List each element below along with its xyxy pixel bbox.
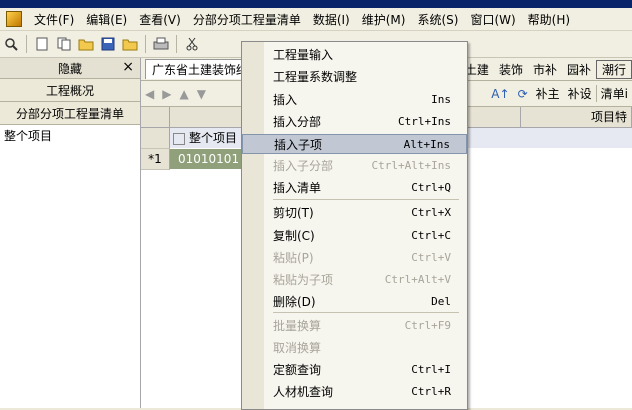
menu-item-label: 插入子项	[274, 138, 323, 152]
menu-separator	[273, 199, 459, 200]
menu-system[interactable]: 系统(S)	[411, 11, 464, 28]
menu-item-quantity-input[interactable]: 工程量输入	[242, 45, 467, 65]
column-feature-header[interactable]: 项目特	[521, 107, 632, 127]
menu-item-shortcut: Alt+Ins	[403, 138, 450, 151]
category-chao[interactable]: 潮行	[595, 59, 632, 79]
menu-item-label: 插入子分部	[273, 159, 334, 173]
menu-maintain[interactable]: 维护(M)	[356, 11, 412, 28]
category-garden[interactable]: 园补	[562, 61, 596, 78]
menu-item-shortcut: Ctrl+F9	[404, 319, 451, 332]
down-icon[interactable]: ▼	[193, 87, 210, 101]
hide-label[interactable]: 隐藏	[58, 60, 82, 77]
tab-document[interactable]: 广东省土建装饰结	[145, 59, 256, 79]
menu-item-shortcut: Ins	[431, 93, 451, 106]
menu-item-label: 粘贴为子项	[273, 273, 334, 287]
menu-item-shortcut: Ctrl+C	[411, 229, 451, 242]
folder-icon[interactable]	[121, 35, 139, 53]
menu-item-label: 取消换算	[273, 341, 322, 355]
menu-item-quantity-coef-adjust[interactable]: 工程量系数调整	[242, 67, 467, 87]
expand-icon[interactable]	[173, 133, 185, 145]
cut-icon[interactable]	[183, 35, 201, 53]
menu-item-cut[interactable]: 剪切(T) Ctrl+X	[242, 203, 467, 223]
menu-item-label: 工程量输入	[273, 48, 334, 62]
menu-item-shortcut: Ctrl+V	[411, 251, 451, 264]
menu-item-shortcut: Ctrl+Alt+V	[384, 273, 451, 286]
refresh-icon[interactable]: ⟳	[514, 87, 532, 101]
menu-item-shortcut: Ctrl+X	[411, 206, 451, 219]
menu-item-cancel-convert: 取消换算	[242, 338, 467, 358]
menu-item-batch-convert: 批量换算 Ctrl+F9	[242, 316, 467, 336]
menu-item-insert-subitem[interactable]: 插入子项 Alt+Ins	[242, 134, 467, 154]
menu-bar: 文件(F) 编辑(E) 查看(V) 分部分项工程量清单 数据(I) 维护(M) …	[0, 8, 632, 31]
menu-item-label: 粘贴(P)	[273, 251, 314, 265]
tab-bill-of-quantities[interactable]: 分部分项工程量清单	[0, 102, 140, 125]
open-folder-icon[interactable]	[77, 35, 95, 53]
menu-item-delete[interactable]: 删除(D) Del	[242, 292, 467, 312]
row-number-header	[141, 107, 170, 127]
menu-item-copy[interactable]: 复制(C) Ctrl+C	[242, 226, 467, 246]
menu-item-shortcut: Ctrl+I	[411, 363, 451, 376]
menu-item-shortcut: Ctrl+Ins	[398, 115, 451, 128]
menu-item-paste-as-subitem: 粘贴为子项 Ctrl+Alt+V	[242, 270, 467, 290]
menu-item-label: 定额查询	[273, 363, 322, 377]
menu-view[interactable]: 查看(V)	[133, 11, 187, 28]
menu-item-shortcut: Ctrl+Alt+Ins	[371, 159, 451, 172]
row-number: *1	[141, 149, 170, 170]
menu-item-shortcut: Ctrl+R	[411, 385, 451, 398]
toolbar-divider	[145, 35, 146, 53]
menu-bill[interactable]: 分部分项工程量清单	[187, 11, 307, 28]
category-decoration[interactable]: 装饰	[494, 61, 528, 78]
menu-item-label: 人材机查询	[273, 385, 334, 399]
menu-edit[interactable]: 编辑(E)	[80, 11, 133, 28]
new-icon[interactable]	[33, 35, 51, 53]
title-bar	[0, 0, 632, 8]
menu-item-label: 批量换算	[273, 319, 322, 333]
menu-item-insert-subsection: 插入子分部 Ctrl+Alt+Ins	[242, 156, 467, 176]
menu-item-norm-query[interactable]: 定额查询 Ctrl+I	[242, 360, 467, 380]
forward-arrow-icon[interactable]: ▶	[158, 87, 175, 101]
left-panel: 隐藏 × 工程概况 分部分项工程量清单 整个项目	[0, 58, 141, 408]
row-label: 整个项目	[189, 131, 238, 145]
save-icon[interactable]	[99, 35, 117, 53]
menu-item-labor-material-query[interactable]: 人材机查询 Ctrl+R	[242, 382, 467, 402]
menu-separator	[273, 312, 459, 313]
toolbar-divider	[176, 35, 177, 53]
supplement-device-button[interactable]: 补设	[564, 85, 596, 102]
sort-icon[interactable]: A↑	[487, 87, 513, 101]
search-icon[interactable]	[2, 35, 20, 53]
menu-window[interactable]: 窗口(W)	[464, 11, 521, 28]
left-panel-header: 隐藏 ×	[0, 58, 140, 79]
menu-item-shortcut: Ctrl+Q	[411, 181, 451, 194]
tree-root-item[interactable]: 整个项目	[0, 125, 140, 146]
supplement-main-button[interactable]: 补主	[532, 85, 564, 102]
app-icon	[6, 11, 22, 27]
menu-item-insert-bill[interactable]: 插入清单 Ctrl+Q	[242, 178, 467, 198]
menu-item-shortcut: Del	[431, 295, 451, 308]
menu-file[interactable]: 文件(F)	[28, 11, 80, 28]
close-icon[interactable]: ×	[122, 59, 134, 75]
menu-item-label: 插入	[273, 93, 298, 107]
print-icon[interactable]	[152, 35, 170, 53]
menu-item-insert[interactable]: 插入 Ins	[242, 90, 467, 110]
row-number	[141, 128, 170, 149]
context-menu: 工程量输入工程量系数调整 插入 Ins 插入分部 Ctrl+Ins 插入子项 Alt+Ins…	[241, 41, 468, 410]
back-arrow-icon[interactable]: ◀	[141, 87, 158, 101]
menu-item-insert-section[interactable]: 插入分部 Ctrl+Ins	[242, 112, 467, 132]
menu-item-paste: 粘贴(P) Ctrl+V	[242, 248, 467, 268]
row-code-cell[interactable]: 01010101	[170, 149, 241, 169]
menu-data[interactable]: 数据(I)	[307, 11, 356, 28]
tab-project-overview[interactable]: 工程概况	[0, 79, 140, 102]
toolbar-divider	[26, 35, 27, 53]
up-icon[interactable]: ▲	[175, 87, 192, 101]
menu-item-label: 复制(C)	[273, 229, 315, 243]
menu-item-label: 剪切(T)	[273, 206, 314, 220]
bill-button[interactable]: 清单i	[595, 85, 632, 102]
menu-help[interactable]: 帮助(H)	[522, 11, 576, 28]
copy-icon[interactable]	[55, 35, 73, 53]
menu-item-label: 插入分部	[273, 115, 322, 129]
menu-item-label: 插入清单	[273, 181, 322, 195]
menu-item-label: 删除(D)	[273, 295, 316, 309]
menu-item-label: 工程量系数调整	[273, 70, 358, 84]
category-municipal[interactable]: 市补	[528, 61, 562, 78]
